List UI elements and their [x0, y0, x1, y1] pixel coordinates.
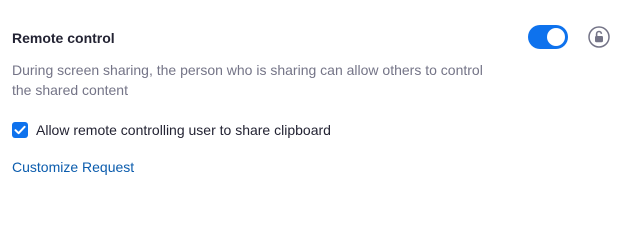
share-clipboard-option[interactable]: Allow remote controlling user to share c… — [12, 121, 331, 139]
share-clipboard-label: Allow remote controlling user to share c… — [36, 122, 331, 138]
setting-title: Remote control — [12, 30, 115, 46]
checkmark-icon — [14, 125, 26, 135]
unlocked-icon[interactable] — [588, 26, 610, 48]
remote-control-setting: Remote control During screen sharing, th… — [0, 0, 639, 201]
setting-description: During screen sharing, the person who is… — [12, 62, 483, 98]
toggle-knob — [547, 28, 565, 46]
remote-control-toggle[interactable] — [528, 25, 568, 49]
share-clipboard-checkbox[interactable] — [12, 122, 28, 138]
customize-request-link[interactable]: Customize Request — [12, 158, 134, 176]
